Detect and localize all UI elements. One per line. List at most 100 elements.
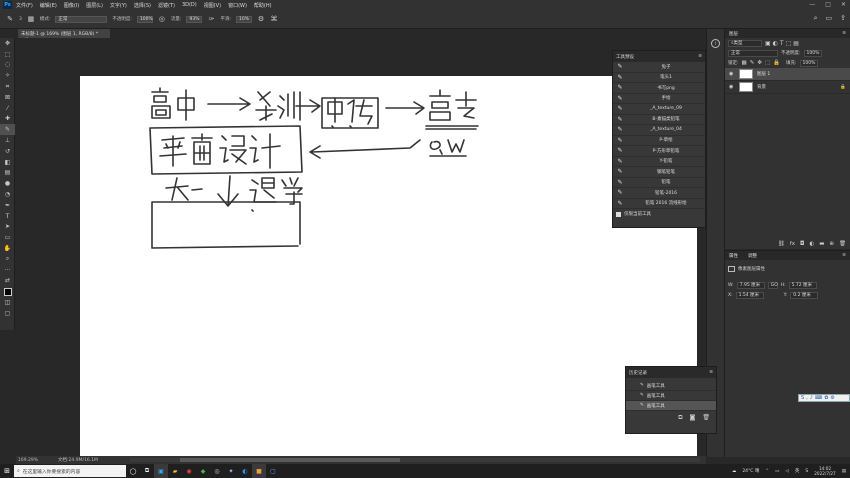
- app-icon[interactable]: ◐: [238, 464, 252, 478]
- tray-overflow-icon[interactable]: ⌃: [765, 469, 769, 474]
- gradient-tool-icon[interactable]: ▤: [0, 168, 15, 179]
- preset-item[interactable]: ✎ 手绘: [613, 94, 705, 104]
- preset-item[interactable]: ✎ 铅笔: [613, 178, 705, 188]
- panel-menu-icon[interactable]: ≡: [842, 31, 846, 36]
- layer-filter-icons[interactable]: ▣◐T⬚▤: [765, 40, 801, 47]
- menu-edit[interactable]: 编辑(E): [40, 2, 57, 9]
- close-button[interactable]: ✕: [841, 1, 846, 8]
- healing-brush-tool-icon[interactable]: ✚: [0, 114, 15, 125]
- task-view-icon[interactable]: ◯: [126, 464, 140, 478]
- eye-icon[interactable]: ◉: [729, 71, 735, 77]
- airbrush-icon[interactable]: ✑: [207, 15, 215, 23]
- volume-icon[interactable]: ◁: [785, 469, 788, 474]
- type-tool-icon[interactable]: T: [0, 211, 15, 222]
- quick-select-tool-icon[interactable]: ✧: [0, 70, 15, 81]
- link-dimensions-button[interactable]: GO: [767, 281, 778, 289]
- screen-mode-icon[interactable]: ▢: [0, 308, 15, 319]
- adjustment-icon[interactable]: ◐: [809, 241, 814, 247]
- search-icon[interactable]: ⌕: [814, 14, 818, 23]
- panel-menu-icon[interactable]: ≡: [698, 54, 702, 59]
- app-icon[interactable]: ✦: [224, 464, 238, 478]
- weather-text[interactable]: 24°C 晴: [742, 468, 759, 474]
- preset-item[interactable]: ✎ 书写png: [613, 83, 705, 94]
- tab-properties[interactable]: 属性: [729, 253, 738, 259]
- ime-voice-icon[interactable]: ♪: [810, 395, 813, 401]
- blur-tool-icon[interactable]: ●: [0, 178, 15, 189]
- photoshop-taskbar-icon[interactable]: ▣: [154, 464, 168, 478]
- x-input[interactable]: 1.54 厘米: [735, 291, 764, 299]
- menu-window[interactable]: 窗口(W): [228, 2, 247, 9]
- app-icon[interactable]: ◆: [196, 464, 210, 478]
- move-tool-icon[interactable]: ✥: [0, 38, 15, 49]
- history-item[interactable]: ✎ 画笔工具: [626, 381, 716, 391]
- quick-mask-icon[interactable]: ◫: [0, 297, 15, 308]
- fx-icon[interactable]: fx: [790, 241, 795, 247]
- ime-punct-icon[interactable]: ,: [806, 395, 808, 401]
- multitask-icon[interactable]: ⧉: [140, 464, 154, 478]
- preset-item[interactable]: ✎ _A_texture_04: [613, 125, 705, 136]
- mode-select[interactable]: 正常: [55, 15, 108, 23]
- brush-tool-icon[interactable]: ✎: [6, 15, 14, 23]
- brush-tool-icon[interactable]: ✎: [0, 124, 15, 136]
- zoom-tool-icon[interactable]: ⌕: [0, 254, 15, 265]
- app-icon[interactable]: ▢: [266, 464, 280, 478]
- color-swatches-icon[interactable]: [0, 286, 15, 297]
- history-item[interactable]: ✎ 画笔工具: [626, 391, 716, 401]
- menu-3d[interactable]: 3D(D): [182, 2, 197, 8]
- clock[interactable]: 14:02 2022/7/27: [814, 466, 835, 476]
- horizontal-scrollbar-thumb[interactable]: [180, 458, 400, 462]
- preset-item[interactable]: ✎ 钢笔铅笔: [613, 167, 705, 178]
- menu-filter[interactable]: 滤镜(T): [158, 2, 175, 9]
- layer-row-background[interactable]: ◉ 背景 🔒: [725, 81, 850, 94]
- workspace-icon[interactable]: ▭: [826, 14, 833, 23]
- menu-type[interactable]: 文字(Y): [110, 2, 127, 9]
- weather-icon[interactable]: ☁: [732, 469, 737, 474]
- ime-indicator[interactable]: 英: [795, 468, 800, 474]
- preset-item[interactable]: ✎ B-素描类铅笔: [613, 115, 705, 125]
- frame-tool-icon[interactable]: ⊠: [0, 92, 15, 103]
- app-icon[interactable]: ◎: [210, 464, 224, 478]
- current-tool-only-checkbox[interactable]: [616, 211, 621, 217]
- filter-kind-select[interactable]: ⌕ 类型: [728, 39, 762, 47]
- gear-icon[interactable]: ⚙: [257, 15, 265, 23]
- minimize-button[interactable]: —: [809, 1, 815, 8]
- preset-item[interactable]: ✎ 笔头1: [613, 73, 705, 83]
- file-explorer-icon[interactable]: ▰: [168, 464, 182, 478]
- rectangle-tool-icon[interactable]: ▭: [0, 232, 15, 243]
- marquee-tool-icon[interactable]: ⬚: [0, 49, 15, 60]
- taskbar-search-box[interactable]: ⌕ 在这里输入你要搜索的内容: [14, 465, 126, 477]
- height-input[interactable]: 5.72 厘米: [788, 281, 817, 289]
- document-tab[interactable]: 未标题-1 @ 169% (图层 1, RGB/8) * ×: [18, 29, 110, 42]
- menu-file[interactable]: 文件(F): [16, 2, 33, 9]
- chrome-icon[interactable]: ◉: [182, 464, 196, 478]
- notification-icon[interactable]: ▤: [842, 469, 846, 474]
- panel-menu-icon[interactable]: ≡: [709, 370, 713, 375]
- path-select-tool-icon[interactable]: ➤: [0, 222, 15, 233]
- brush-panel-icon[interactable]: ▦: [27, 15, 35, 23]
- menu-image[interactable]: 图像(I): [64, 2, 79, 9]
- network-icon[interactable]: ▭: [775, 469, 779, 474]
- pen-tool-icon[interactable]: ✒: [0, 200, 15, 211]
- layer-row-layer1[interactable]: ◉ 图层 1: [725, 68, 850, 81]
- new-document-icon[interactable]: ⧉: [678, 414, 682, 422]
- preset-item[interactable]: ✎ 铅笔-2016: [613, 188, 705, 199]
- eyedropper-tool-icon[interactable]: ⁄: [0, 103, 15, 114]
- windows-start-icon[interactable]: ⊞: [0, 464, 14, 478]
- maximize-button[interactable]: □: [825, 1, 831, 8]
- eye-icon[interactable]: ◉: [729, 84, 735, 90]
- ime-tools-icon[interactable]: ⚙: [830, 395, 834, 401]
- preset-item[interactable]: ✎ 兔子: [613, 62, 705, 73]
- snapshot-camera-icon[interactable]: ◙: [690, 414, 696, 422]
- panel-menu-icon[interactable]: ≡: [842, 253, 846, 258]
- document-canvas[interactable]: [80, 76, 697, 457]
- preset-item[interactable]: ✎ 铅笔 2016 流线形绘: [613, 199, 705, 209]
- default-colors-icon[interactable]: ⇄: [0, 276, 15, 287]
- ime-keyboard-icon[interactable]: ⌨: [815, 395, 822, 401]
- clone-stamp-tool-icon[interactable]: ⊥: [0, 135, 15, 146]
- folder-icon[interactable]: ▬: [819, 241, 824, 247]
- trash-icon[interactable]: 🗑: [839, 241, 846, 247]
- width-input[interactable]: 7.95 厘米: [736, 281, 765, 289]
- new-layer-icon[interactable]: ⊕: [829, 241, 834, 247]
- ime-toolbar[interactable]: S , ♪ ⌨ ✿ ⚙: [798, 394, 850, 402]
- current-tool-only-row[interactable]: 仅限当前工具: [613, 209, 705, 220]
